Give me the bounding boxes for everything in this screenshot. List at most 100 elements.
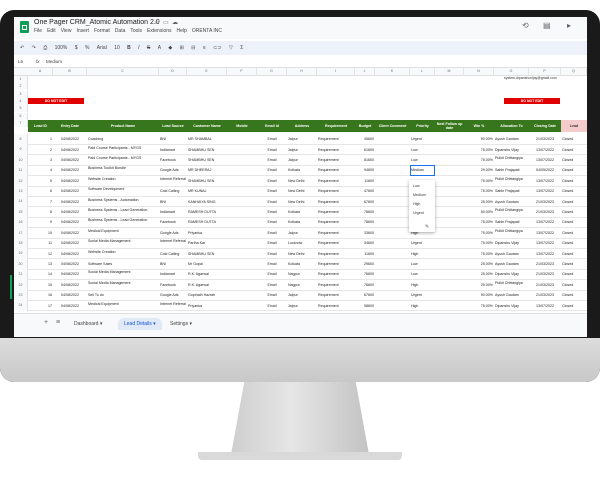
table-cell[interactable]: Nagpur xyxy=(288,283,316,287)
table-cell[interactable]: 04/08/2022 xyxy=(54,272,86,276)
table-cell[interactable]: 04/08/2022 xyxy=(54,293,86,297)
header-requirement[interactable]: Requirement xyxy=(317,120,355,132)
table-cell[interactable]: Software Development xyxy=(88,187,158,191)
table-cell[interactable]: New Delhi xyxy=(288,252,316,256)
table-cell[interactable]: Closed xyxy=(562,252,586,256)
table-cell[interactable]: Email xyxy=(258,231,286,235)
functions-icon[interactable]: Σ xyxy=(240,41,243,55)
table-cell[interactable]: Social Media Management xyxy=(88,239,158,243)
borders-icon[interactable]: ⊞ xyxy=(180,41,184,55)
folder-icon[interactable]: ▭ xyxy=(163,19,169,26)
table-cell[interactable]: Google Ads xyxy=(160,231,186,235)
table-cell[interactable]: Social Media Management xyxy=(88,270,158,274)
table-cell[interactable]: Website Creation xyxy=(88,250,158,254)
table-cell[interactable]: High xyxy=(411,304,434,308)
table-cell[interactable]: Jaipur xyxy=(288,137,316,141)
table-cell[interactable]: Kolkata xyxy=(288,210,316,214)
table-cell[interactable]: Business Systems - Automation xyxy=(88,198,158,202)
tab-settings[interactable]: Settings ▾ xyxy=(164,318,198,330)
percent-icon[interactable]: % xyxy=(85,41,89,55)
table-cell[interactable]: 14 xyxy=(29,272,52,276)
table-cell[interactable]: Facebook xyxy=(160,283,186,287)
table-cell[interactable]: BNI xyxy=(160,137,186,141)
table-cell[interactable]: Email xyxy=(258,293,286,297)
table-cell[interactable]: Ayush Gautam xyxy=(495,252,528,256)
table-cell[interactable]: Kolkata xyxy=(288,262,316,266)
menu-format[interactable]: Format xyxy=(94,28,110,34)
table-cell[interactable]: 78600 xyxy=(356,210,374,214)
row-header[interactable]: 9 xyxy=(14,144,28,155)
table-cell[interactable]: Ayush Gautam xyxy=(495,200,528,204)
table-cell[interactable]: Closed xyxy=(562,272,586,276)
menu-data[interactable]: Data xyxy=(115,28,126,34)
row-header[interactable]: 22 xyxy=(14,279,28,290)
table-cell[interactable]: 04/08/2022 xyxy=(54,231,86,235)
align-icon[interactable]: ≡ xyxy=(203,41,206,55)
history-icon[interactable]: ⟲ xyxy=(522,21,529,30)
table-cell[interactable]: Jaipur xyxy=(288,158,316,162)
table-cell[interactable]: Facebook xyxy=(160,158,186,162)
table-cell[interactable]: Website Creation xyxy=(88,177,158,181)
menu-file[interactable]: File xyxy=(34,28,42,34)
col-letter-o[interactable]: O xyxy=(494,68,529,75)
strikethrough-icon[interactable]: S xyxy=(147,41,150,55)
list-icon[interactable]: ≡ xyxy=(56,319,60,326)
table-cell[interactable]: Low xyxy=(411,158,434,162)
table-cell[interactable]: Jaipur xyxy=(288,293,316,297)
table-cell[interactable]: 3 xyxy=(29,158,52,162)
table-cell[interactable]: 21/03/2023 xyxy=(530,210,560,214)
table-cell[interactable]: 1 xyxy=(29,137,52,141)
table-cell[interactable]: 6 xyxy=(29,189,52,193)
table-cell[interactable]: Urgent xyxy=(411,137,434,141)
text-color-icon[interactable]: A xyxy=(158,41,161,55)
table-cell[interactable]: 75.00% xyxy=(465,304,493,308)
table-cell[interactable]: 11 xyxy=(29,241,52,245)
table-cell[interactable]: 75.00% xyxy=(465,241,493,245)
row-header[interactable]: 10 xyxy=(14,154,28,166)
table-cell[interactable]: MR DHEERAJ xyxy=(188,168,226,172)
table-cell[interactable]: RAMESH DUTTA xyxy=(188,220,226,224)
table-cell[interactable]: 04/08/2022 xyxy=(54,252,86,256)
col-letter-i[interactable]: I xyxy=(317,68,355,75)
menu-tools[interactable]: Tools xyxy=(130,28,142,34)
table-cell[interactable]: Requirement xyxy=(318,168,354,172)
table-cell[interactable]: Requirement xyxy=(318,210,354,214)
table-cell[interactable]: 04/08/2022 xyxy=(54,137,86,141)
table-cell[interactable]: 25.00% xyxy=(465,200,493,204)
table-cell[interactable]: R.K. Agarwal xyxy=(188,283,226,287)
merge-icon[interactable]: ⊟ xyxy=(191,41,195,55)
row-header[interactable]: 23 xyxy=(14,290,28,301)
col-letter-l[interactable]: L xyxy=(410,68,435,75)
row-header[interactable]: 4 xyxy=(14,98,28,105)
table-cell[interactable]: Closed xyxy=(562,179,586,183)
table-cell[interactable]: 04/08/2022 xyxy=(54,241,86,245)
star-icon[interactable]: ☆ xyxy=(154,19,159,26)
table-cell[interactable]: Pulkit Chittangiya xyxy=(495,177,528,181)
table-cell[interactable]: 58600 xyxy=(356,304,374,308)
table-cell[interactable]: SHAMBHU SEN xyxy=(188,179,226,183)
header-product-name[interactable]: Product Name xyxy=(87,120,159,132)
menu-edit[interactable]: Edit xyxy=(47,28,56,34)
row-header[interactable]: 1 xyxy=(14,76,28,83)
table-cell[interactable]: 04/08/2022 xyxy=(54,179,86,183)
table-cell[interactable]: Dipanshu Vijay xyxy=(495,148,528,152)
table-cell[interactable]: MR KUNAL xyxy=(188,189,226,193)
table-cell[interactable]: Indiamart xyxy=(160,272,186,276)
table-cell[interactable]: 75.00% xyxy=(465,179,493,183)
fill-color-icon[interactable]: ◆ xyxy=(168,41,172,55)
table-cell[interactable]: 04/08/2022 xyxy=(54,210,86,214)
table-cell[interactable]: 10 xyxy=(29,231,52,235)
table-cell[interactable]: 13/07/2022 xyxy=(530,189,560,193)
table-cell[interactable]: Jaipur xyxy=(288,231,316,235)
dropdown-option-urgent[interactable]: Urgent xyxy=(413,211,424,215)
table-cell[interactable]: Email xyxy=(258,220,286,224)
table-cell[interactable]: Requirement xyxy=(318,252,354,256)
table-cell[interactable]: 13/07/2022 xyxy=(530,220,560,224)
table-cell[interactable]: Email xyxy=(258,272,286,276)
table-cell[interactable]: 94600 xyxy=(356,168,374,172)
row-header[interactable]: 14 xyxy=(14,196,28,207)
header-address[interactable]: Address xyxy=(287,120,317,132)
row-header[interactable]: 3 xyxy=(14,91,28,98)
name-box[interactable]: L6 xyxy=(18,57,23,67)
table-cell[interactable]: 04/08/2022 xyxy=(54,262,86,266)
